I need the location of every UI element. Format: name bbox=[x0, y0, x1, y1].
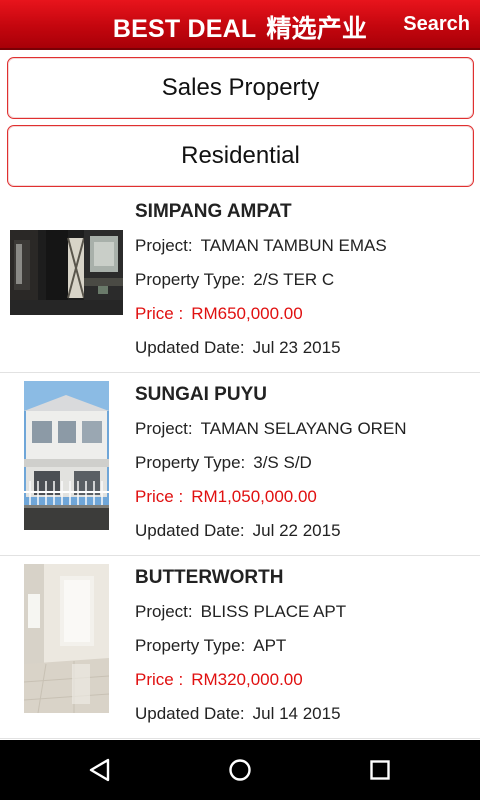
listing-updated-date: Updated Date: Jul 23 2015 bbox=[135, 336, 476, 370]
app-title-cn: 精选产业 bbox=[266, 14, 368, 43]
search-button[interactable]: Search bbox=[403, 13, 470, 36]
project-label: Project: bbox=[135, 602, 193, 621]
price-label: Price : bbox=[135, 304, 184, 323]
property-type-label: Property Type: bbox=[135, 636, 246, 655]
property-list: SIMPANG AMPAT Project: TAMAN TAMBUN EMAS … bbox=[0, 190, 480, 740]
project-value: TAMAN TAMBUN EMAS bbox=[200, 236, 387, 255]
updated-value: Jul 14 2015 bbox=[252, 704, 341, 723]
listing-info: BUTTERWORTH Project: BLISS PLACE APT Prop… bbox=[135, 566, 476, 736]
listing-location: SIMPANG AMPAT bbox=[135, 201, 292, 222]
project-label: Project: bbox=[135, 419, 193, 438]
property-photo bbox=[24, 381, 109, 530]
app-screen: BEST DEAL 精选产业 Search Sales Property Resi… bbox=[0, 0, 480, 800]
listing-project: Project: TAMAN SELAYANG OREN bbox=[135, 417, 476, 451]
price-label: Price : bbox=[135, 487, 184, 506]
system-nav-bar bbox=[0, 740, 480, 800]
price-value: RM320,000.00 bbox=[191, 670, 303, 689]
updated-label: Updated Date: bbox=[135, 704, 245, 723]
listing-price: Price : RM320,000.00 bbox=[135, 668, 476, 702]
app-header: BEST DEAL 精选产业 Search bbox=[0, 0, 480, 50]
listing-property-type: Property Type: APT bbox=[135, 634, 476, 668]
updated-value: Jul 23 2015 bbox=[252, 338, 341, 357]
listing-property-type: Property Type: 2/S TER C bbox=[135, 268, 476, 302]
property-type-label: Property Type: bbox=[135, 270, 246, 289]
listing-info: SUNGAI PUYU Project: TAMAN SELAYANG OREN … bbox=[135, 383, 476, 553]
app-title-en: BEST DEAL bbox=[112, 15, 257, 43]
home-icon[interactable] bbox=[220, 750, 260, 790]
price-value: RM650,000.00 bbox=[191, 304, 303, 323]
project-value: BLISS PLACE APT bbox=[200, 602, 347, 621]
listing-location: BUTTERWORTH bbox=[135, 567, 284, 588]
price-value: RM1,050,000.00 bbox=[191, 487, 317, 506]
property-photo bbox=[24, 564, 109, 713]
list-item[interactable]: SIMPANG AMPAT Project: TAMAN TAMBUN EMAS … bbox=[0, 190, 480, 373]
listing-price: Price : RM650,000.00 bbox=[135, 302, 476, 336]
property-type-selector[interactable]: Residential bbox=[7, 125, 474, 187]
updated-label: Updated Date: bbox=[135, 338, 245, 357]
listing-location: SUNGAI PUYU bbox=[135, 384, 267, 405]
list-item[interactable]: BUTTERWORTH Project: BLISS PLACE APT Prop… bbox=[0, 556, 480, 739]
listing-project: Project: TAMAN TAMBUN EMAS bbox=[135, 234, 476, 268]
listing-info: SIMPANG AMPAT Project: TAMAN TAMBUN EMAS … bbox=[135, 200, 476, 370]
property-type-value: 3/S S/D bbox=[253, 453, 312, 472]
project-label: Project: bbox=[135, 236, 193, 255]
property-type-label: Property Type: bbox=[135, 453, 246, 472]
listing-property-type: Property Type: 3/S S/D bbox=[135, 451, 476, 485]
property-type-value: APT bbox=[253, 636, 287, 655]
property-photo bbox=[10, 230, 123, 315]
list-item[interactable]: SUNGAI PUYU Project: TAMAN SELAYANG OREN … bbox=[0, 373, 480, 556]
category-selector[interactable]: Sales Property bbox=[7, 57, 474, 119]
price-label: Price : bbox=[135, 670, 184, 689]
listing-project: Project: BLISS PLACE APT bbox=[135, 600, 476, 634]
project-value: TAMAN SELAYANG OREN bbox=[200, 419, 407, 438]
updated-label: Updated Date: bbox=[135, 521, 245, 540]
updated-value: Jul 22 2015 bbox=[252, 521, 341, 540]
listing-price: Price : RM1,050,000.00 bbox=[135, 485, 476, 519]
back-icon[interactable] bbox=[80, 750, 120, 790]
listing-updated-date: Updated Date: Jul 14 2015 bbox=[135, 702, 476, 736]
listing-updated-date: Updated Date: Jul 22 2015 bbox=[135, 519, 476, 553]
property-type-value: 2/S TER C bbox=[253, 270, 335, 289]
recent-apps-icon[interactable] bbox=[360, 750, 400, 790]
